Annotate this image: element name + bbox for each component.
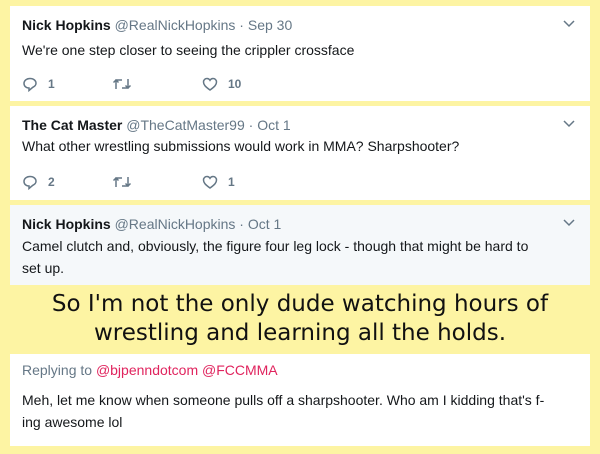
retweet-icon	[112, 78, 132, 90]
reply-icon	[23, 77, 37, 92]
mention-link[interactable]: @FCCMMA	[202, 362, 278, 378]
reply-tweet: Replying to @bjpenndotcom @FCCMMA Meh, l…	[10, 354, 590, 446]
meme-caption: So I'm not the only dude watching hours …	[51, 291, 549, 346]
separator: ·	[244, 117, 258, 133]
tweet-actions: 2 1	[22, 174, 292, 190]
reply-count: 1	[48, 77, 55, 91]
author-name[interactable]: The Cat Master	[22, 117, 122, 133]
retweet-button[interactable]	[112, 76, 202, 92]
chevron-down-icon[interactable]	[562, 215, 576, 229]
like-icon	[202, 175, 218, 189]
tweet-3: Nick Hopkins @RealNickHopkins · Oct 1 Ca…	[10, 205, 590, 285]
retweet-icon	[112, 176, 132, 188]
like-icon	[202, 77, 218, 91]
tweet-header: Nick Hopkins @RealNickHopkins · Oct 1	[22, 215, 281, 233]
tweet-date[interactable]: Oct 1	[257, 117, 290, 133]
tweet-text: We're one step closer to seeing the crip…	[22, 42, 355, 58]
like-count: 10	[228, 77, 242, 91]
retweet-button[interactable]	[112, 174, 202, 190]
tweet-header: The Cat Master @TheCatMaster99 · Oct 1	[22, 116, 291, 134]
replying-to-line: Replying to @bjpenndotcom @FCCMMA	[22, 362, 278, 378]
tweet-text: Meh, let me know when someone pulls off …	[22, 392, 545, 430]
tweet-date[interactable]: Sep 30	[248, 17, 292, 33]
author-handle[interactable]: @TheCatMaster99	[126, 117, 244, 133]
reply-button[interactable]: 1	[22, 76, 112, 92]
reply-button[interactable]: 2	[22, 174, 112, 190]
reply-icon	[23, 175, 37, 190]
tweet-actions: 1 10	[22, 76, 292, 92]
replying-to-label: Replying to	[22, 362, 93, 378]
like-count: 1	[228, 175, 235, 189]
author-name[interactable]: Nick Hopkins	[22, 17, 111, 33]
like-button[interactable]: 1	[202, 174, 292, 190]
tweet-2: The Cat Master @TheCatMaster99 · Oct 1 W…	[10, 106, 590, 200]
tweet-date[interactable]: Oct 1	[248, 216, 281, 232]
tweet-header: Nick Hopkins @RealNickHopkins · Sep 30	[22, 16, 292, 34]
reply-count: 2	[48, 175, 55, 189]
author-handle[interactable]: @RealNickHopkins	[115, 17, 236, 33]
tweet-text: Camel clutch and, obviously, the figure …	[22, 238, 529, 276]
chevron-down-icon[interactable]	[562, 16, 576, 30]
tweet-text: What other wrestling submissions would w…	[22, 138, 460, 154]
like-button[interactable]: 10	[202, 76, 292, 92]
separator: ·	[235, 17, 248, 33]
tweet-1: Nick Hopkins @RealNickHopkins · Sep 30 W…	[10, 6, 590, 101]
author-handle[interactable]: @RealNickHopkins	[115, 216, 236, 232]
mention-link[interactable]: @bjpenndotcom	[96, 362, 198, 378]
separator: ·	[235, 216, 248, 232]
chevron-down-icon[interactable]	[562, 116, 576, 130]
author-name[interactable]: Nick Hopkins	[22, 216, 111, 232]
